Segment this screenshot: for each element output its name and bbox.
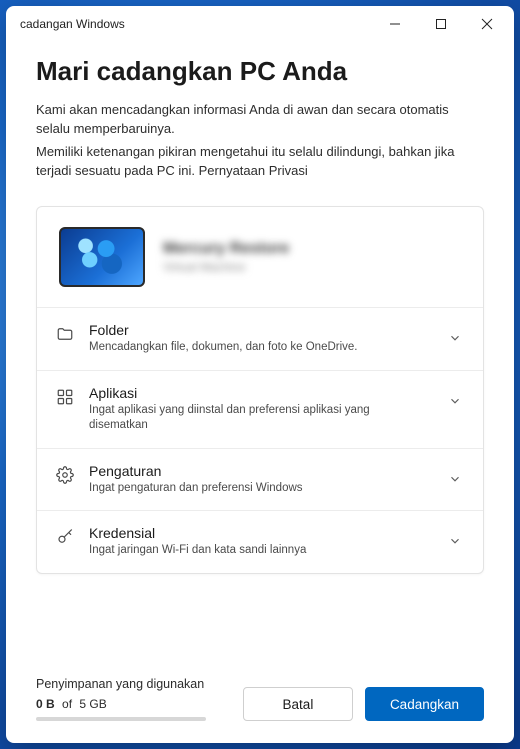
chevron-down-icon bbox=[445, 531, 465, 551]
maximize-icon bbox=[435, 18, 447, 30]
page-title: Mari cadangkan PC Anda bbox=[36, 56, 484, 87]
item-text: Folder Mencadangkan file, dokumen, dan f… bbox=[89, 322, 431, 356]
device-row: Mercury Restore Virtual Machine bbox=[37, 207, 483, 308]
intro-line-2: Memiliki ketenangan pikiran mengetahui i… bbox=[36, 143, 484, 181]
storage-block: Penyimpanan yang digunakan 0 B of 5 GB bbox=[36, 677, 231, 721]
device-subtitle: Virtual Machine bbox=[163, 260, 461, 274]
device-name: Mercury Restore bbox=[163, 240, 461, 258]
content-area: Mari cadangkan PC Anda Kami akan mencada… bbox=[6, 42, 514, 667]
chevron-down-icon bbox=[445, 391, 465, 411]
intro-line-1: Kami akan mencadangkan informasi Anda di… bbox=[36, 101, 484, 139]
storage-total: 5 GB bbox=[79, 697, 106, 711]
storage-bar bbox=[36, 717, 206, 721]
folder-icon bbox=[55, 324, 75, 344]
item-row-settings[interactable]: Pengaturan Ingat pengaturan dan preferen… bbox=[37, 449, 483, 512]
key-icon bbox=[55, 527, 75, 547]
backup-window: cadangan Windows Mari cadangkan PC Anda … bbox=[6, 6, 514, 743]
storage-line: 0 B of 5 GB bbox=[36, 697, 231, 711]
backup-card: Mercury Restore Virtual Machine Folder M… bbox=[36, 206, 484, 574]
item-text: Pengaturan Ingat pengaturan dan preferen… bbox=[89, 463, 431, 497]
privacy-link[interactable]: Pernyataan Privasi bbox=[199, 163, 308, 178]
windows-bloom-icon bbox=[61, 229, 143, 285]
storage-label: Penyimpanan yang digunakan bbox=[36, 677, 231, 691]
item-title: Aplikasi bbox=[89, 385, 431, 401]
item-text: Kredensial Ingat jaringan Wi-Fi dan kata… bbox=[89, 525, 431, 559]
chevron-down-icon bbox=[445, 469, 465, 489]
item-title: Pengaturan bbox=[89, 463, 431, 479]
close-button[interactable] bbox=[464, 8, 510, 40]
item-subtitle: Ingat jaringan Wi-Fi dan kata sandi lain… bbox=[89, 543, 431, 559]
minimize-icon bbox=[389, 18, 401, 30]
chevron-down-icon bbox=[445, 328, 465, 348]
backup-button[interactable]: Cadangkan bbox=[365, 687, 484, 721]
footer: Penyimpanan yang digunakan 0 B of 5 GB B… bbox=[6, 667, 514, 743]
item-subtitle: Mencadangkan file, dokumen, dan foto ke … bbox=[89, 340, 431, 356]
apps-icon bbox=[55, 387, 75, 407]
item-subtitle: Ingat pengaturan dan preferensi Windows bbox=[89, 481, 431, 497]
settings-icon bbox=[55, 465, 75, 485]
item-row-folder[interactable]: Folder Mencadangkan file, dokumen, dan f… bbox=[37, 308, 483, 371]
cancel-button[interactable]: Batal bbox=[243, 687, 353, 721]
device-thumbnail bbox=[59, 227, 145, 287]
item-row-credentials[interactable]: Kredensial Ingat jaringan Wi-Fi dan kata… bbox=[37, 511, 483, 573]
item-row-apps[interactable]: Aplikasi Ingat aplikasi yang diinstal da… bbox=[37, 371, 483, 449]
item-title: Folder bbox=[89, 322, 431, 338]
desktop-background: cadangan Windows Mari cadangkan PC Anda … bbox=[0, 0, 520, 749]
maximize-button[interactable] bbox=[418, 8, 464, 40]
storage-used: 0 B bbox=[36, 697, 55, 711]
window-title: cadangan Windows bbox=[20, 17, 372, 31]
item-title: Kredensial bbox=[89, 525, 431, 541]
storage-of: of bbox=[62, 697, 72, 711]
close-icon bbox=[481, 18, 493, 30]
device-info: Mercury Restore Virtual Machine bbox=[163, 240, 461, 274]
window-controls bbox=[372, 8, 510, 40]
item-subtitle: Ingat aplikasi yang diinstal dan prefere… bbox=[89, 403, 431, 434]
minimize-button[interactable] bbox=[372, 8, 418, 40]
item-text: Aplikasi Ingat aplikasi yang diinstal da… bbox=[89, 385, 431, 434]
titlebar: cadangan Windows bbox=[6, 6, 514, 42]
